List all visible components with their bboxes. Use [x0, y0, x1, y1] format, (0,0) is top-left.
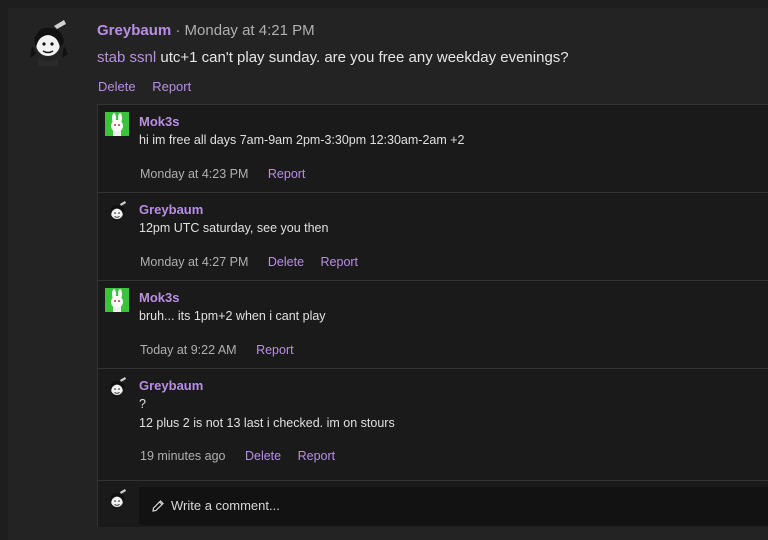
- post-separator: ·: [175, 22, 181, 39]
- comment-report-button[interactable]: Report: [256, 343, 294, 357]
- comment-report-button[interactable]: Report: [321, 255, 359, 269]
- comment-meta: Monday at 4:23 PM Report: [140, 167, 318, 181]
- comment-text: bruh... its 1pm+2 when i cant play: [139, 309, 326, 323]
- greybaum-avatar[interactable]: [105, 200, 129, 224]
- comment-delete-button[interactable]: Delete: [268, 255, 304, 269]
- post-timestamp[interactable]: Monday at 4:21 PM: [185, 22, 315, 39]
- comment-report-button[interactable]: Report: [268, 167, 306, 181]
- comment-delete-button[interactable]: Delete: [245, 449, 281, 463]
- profile-post: Greybaum · Monday at 4:21 PM stab ssnl u…: [8, 8, 768, 540]
- post-body: stab ssnl utc+1 can't play sunday. are y…: [97, 49, 569, 66]
- comment-author-link[interactable]: Greybaum: [139, 378, 203, 393]
- comment-meta: 19 minutes ago Delete Report: [140, 449, 348, 463]
- comment-item: Mok3s bruh... its 1pm+2 when i cant play…: [98, 281, 768, 369]
- post-text: utc+1 can't play sunday. are you free an…: [160, 49, 569, 66]
- post-actions: Delete Report: [98, 79, 204, 94]
- comment-author-link[interactable]: Mok3s: [139, 114, 179, 129]
- comment-text-line-1: ?: [139, 397, 146, 411]
- post-report-button[interactable]: Report: [152, 79, 191, 94]
- comment-text-line-2: 12 plus 2 is not 13 last i checked. im o…: [139, 416, 395, 430]
- post-mention-link[interactable]: stab ssnl: [97, 49, 156, 66]
- comment-input-box[interactable]: [139, 487, 768, 525]
- comment-meta: Monday at 4:27 PM Delete Report: [140, 255, 371, 269]
- post-header: Greybaum · Monday at 4:21 PM: [97, 22, 315, 39]
- comment-timestamp[interactable]: Monday at 4:27 PM: [140, 255, 248, 269]
- comment-report-button[interactable]: Report: [298, 449, 336, 463]
- pencil-icon: [152, 500, 164, 512]
- comment-item: Greybaum ? 12 plus 2 is not 13 last i ch…: [98, 369, 768, 481]
- comment-input[interactable]: [169, 497, 733, 514]
- greybaum-avatar[interactable]: [105, 376, 129, 400]
- post-author-link[interactable]: Greybaum: [97, 22, 171, 39]
- mok3s-avatar[interactable]: [105, 288, 129, 312]
- comment-author-link[interactable]: Mok3s: [139, 290, 179, 305]
- comment-author-link[interactable]: Greybaum: [139, 202, 203, 217]
- comment-item: Greybaum 12pm UTC saturday, see you then…: [98, 193, 768, 281]
- comment-composer: [98, 481, 768, 527]
- current-user-avatar: [105, 488, 129, 512]
- comment-text: 12pm UTC saturday, see you then: [139, 221, 329, 235]
- comment-timestamp[interactable]: 19 minutes ago: [140, 449, 225, 463]
- comment-meta: Today at 9:22 AM Report: [140, 343, 307, 357]
- comment-text: hi im free all days 7am-9am 2pm-3:30pm 1…: [139, 133, 465, 147]
- mok3s-avatar[interactable]: [105, 112, 129, 136]
- greybaum-avatar[interactable]: [24, 18, 72, 66]
- comments-list: Mok3s hi im free all days 7am-9am 2pm-3:…: [97, 104, 768, 527]
- post-delete-button[interactable]: Delete: [98, 79, 136, 94]
- comment-timestamp[interactable]: Monday at 4:23 PM: [140, 167, 248, 181]
- comment-item: Mok3s hi im free all days 7am-9am 2pm-3:…: [98, 105, 768, 193]
- comment-timestamp[interactable]: Today at 9:22 AM: [140, 343, 237, 357]
